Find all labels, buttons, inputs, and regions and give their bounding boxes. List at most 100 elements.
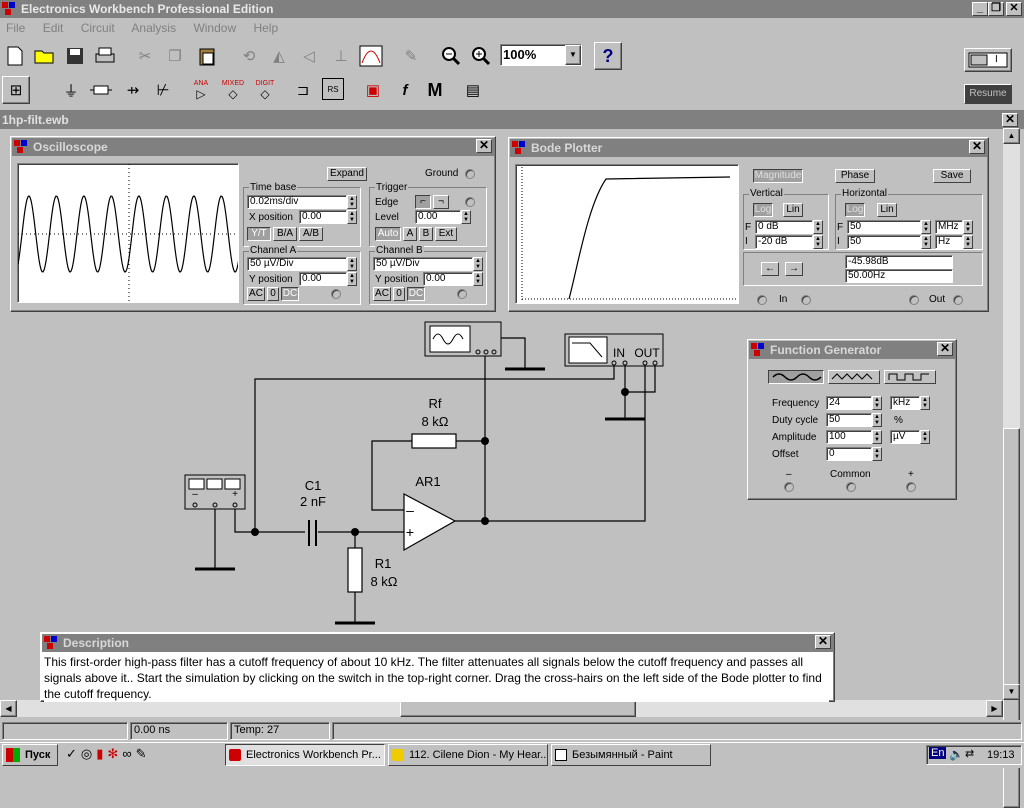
time-base-stepper[interactable]: ▲ ▼: [347, 195, 357, 209]
trigger-b-button[interactable]: B: [419, 227, 433, 241]
duty-cycle-field[interactable]: 50: [826, 413, 872, 427]
pencil-icon[interactable]: ✎: [136, 746, 147, 764]
bode-out-plus-terminal[interactable]: [953, 295, 963, 305]
sine-wave-button[interactable]: [768, 370, 824, 384]
close-oscilloscope-button[interactable]: ✕: [476, 139, 492, 153]
horizontal-scrollbar[interactable]: ◀ ▶: [0, 700, 1003, 717]
frequency-unit-field[interactable]: kHz: [890, 396, 920, 410]
ext-trigger-terminal[interactable]: [465, 197, 475, 207]
cursor-right-button[interactable]: →: [785, 262, 803, 276]
function-generator-title-bar[interactable]: Function Generator: [749, 341, 955, 359]
task-ewb[interactable]: Electronics Workbench Pr...: [225, 744, 385, 766]
close-app-button[interactable]: ✕: [1006, 2, 1022, 16]
channel-b-zero-button[interactable]: 0: [393, 287, 405, 301]
horizontal-initial-unit[interactable]: Hz: [935, 235, 963, 249]
bode-in-minus-terminal[interactable]: [757, 295, 767, 305]
channel-a-ypos-stepper[interactable]: ▲ ▼: [347, 272, 357, 286]
x-position-stepper[interactable]: ▲ ▼: [347, 210, 357, 224]
task-music[interactable]: 112. Cilene Dion - My Hear...: [388, 744, 548, 766]
square-wave-button[interactable]: [884, 370, 936, 384]
oscilloscope-title-bar[interactable]: Oscilloscope: [12, 138, 494, 156]
phase-button[interactable]: Phase: [835, 169, 875, 183]
vertical-final-field[interactable]: 0 dB: [755, 220, 813, 234]
channel-b-scale-field[interactable]: 50 µV/Div: [373, 257, 473, 271]
horizontal-initial-field[interactable]: 50: [847, 235, 921, 249]
horizontal-final-unit[interactable]: MHz: [935, 220, 963, 234]
amplitude-unit-stepper[interactable]: ▲ ▼: [920, 430, 930, 444]
channel-a-terminal[interactable]: [331, 289, 341, 299]
x-position-field[interactable]: 0.00: [299, 210, 347, 224]
triangle-wave-button[interactable]: [828, 370, 880, 384]
close-bode-button[interactable]: ✕: [969, 140, 985, 154]
vertical-initial-field[interactable]: -20 dB: [755, 235, 813, 249]
horizontal-initial-unit-stepper[interactable]: ▲ ▼: [963, 235, 973, 249]
mode-yt-button[interactable]: Y/T: [247, 227, 271, 241]
channel-b-ac-button[interactable]: AC: [373, 287, 391, 301]
task-paint[interactable]: Безымянный - Paint: [551, 744, 711, 766]
channel-a-dc-button[interactable]: DC: [281, 287, 299, 301]
plus-terminal[interactable]: [906, 482, 916, 492]
close-document-button[interactable]: ✕: [1002, 113, 1018, 127]
explorer-icon[interactable]: ◎: [81, 746, 92, 764]
close-description-button[interactable]: ✕: [815, 635, 831, 649]
save-button[interactable]: Save: [933, 169, 971, 183]
description-title-bar[interactable]: Description: [42, 634, 833, 652]
horizontal-initial-stepper[interactable]: ▲ ▼: [921, 235, 931, 249]
vertical-final-stepper[interactable]: ▲ ▼: [813, 220, 823, 234]
channel-a-ypos-field[interactable]: 0.00: [299, 272, 347, 286]
ground-terminal[interactable]: [465, 169, 475, 179]
scroll-left-button[interactable]: ◀: [0, 700, 17, 717]
oscilloscope-instrument[interactable]: [424, 321, 502, 357]
media-player-icon[interactable]: ▮: [96, 746, 103, 764]
trigger-auto-button[interactable]: Auto: [375, 227, 401, 241]
horizontal-log-button[interactable]: Log: [845, 203, 865, 217]
close-function-generator-button[interactable]: ✕: [937, 342, 953, 356]
horizontal-final-field[interactable]: 50: [847, 220, 921, 234]
scroll-down-button[interactable]: ▼: [1003, 684, 1020, 700]
volume-icon[interactable]: 🔈: [949, 747, 964, 761]
scroll-up-button[interactable]: ▲: [1003, 128, 1020, 144]
channel-b-dc-button[interactable]: DC: [407, 287, 425, 301]
amplitude-field[interactable]: 100: [826, 430, 872, 444]
trigger-ext-button[interactable]: Ext: [435, 227, 457, 241]
magnitude-button[interactable]: Magnitude: [753, 169, 803, 183]
language-indicator[interactable]: En: [929, 747, 947, 759]
vertical-initial-stepper[interactable]: ▲ ▼: [813, 235, 823, 249]
frequency-field[interactable]: 24: [826, 396, 872, 410]
time-base-field[interactable]: 0.02ms/div: [247, 195, 347, 209]
minus-terminal[interactable]: [784, 482, 794, 492]
expand-button[interactable]: Expand: [327, 167, 367, 181]
scroll-thumb-horizontal[interactable]: [400, 700, 636, 717]
trigger-a-button[interactable]: A: [403, 227, 417, 241]
link-icon[interactable]: ∞: [122, 746, 131, 764]
amplitude-unit-field[interactable]: µV: [890, 430, 920, 444]
common-terminal[interactable]: [846, 482, 856, 492]
bode-out-minus-terminal[interactable]: [909, 295, 919, 305]
frequency-stepper[interactable]: ▲ ▼: [872, 396, 882, 410]
amplitude-stepper[interactable]: ▲ ▼: [872, 430, 882, 444]
offset-field[interactable]: 0: [826, 447, 872, 461]
vertical-lin-button[interactable]: Lin: [783, 203, 803, 217]
start-button[interactable]: Пуск: [2, 744, 58, 766]
bode-title-bar[interactable]: Bode Plotter: [510, 139, 987, 157]
channel-b-scale-stepper[interactable]: ▲ ▼: [473, 257, 483, 271]
channel-a-zero-button[interactable]: 0: [267, 287, 279, 301]
channel-b-terminal[interactable]: [457, 289, 467, 299]
edge-rising-button[interactable]: ⌐: [415, 195, 431, 209]
level-field[interactable]: 0.00: [415, 210, 461, 224]
channel-a-scale-field[interactable]: 50 µV/Div: [247, 257, 347, 271]
network-icon[interactable]: ⇄: [965, 747, 974, 760]
vertical-scrollbar[interactable]: ▲ ▼: [1003, 128, 1020, 808]
mode-ab-button[interactable]: A/B: [299, 227, 323, 241]
horizontal-final-unit-stepper[interactable]: ▲ ▼: [963, 220, 973, 234]
vertical-log-button[interactable]: Log: [753, 203, 773, 217]
channel-a-ac-button[interactable]: AC: [247, 287, 265, 301]
frequency-unit-stepper[interactable]: ▲ ▼: [920, 396, 930, 410]
channel-a-scale-stepper[interactable]: ▲ ▼: [347, 257, 357, 271]
offset-stepper[interactable]: ▲ ▼: [872, 447, 882, 461]
mode-ba-button[interactable]: B/A: [273, 227, 297, 241]
duty-cycle-stepper[interactable]: ▲ ▼: [872, 413, 882, 427]
level-stepper[interactable]: ▲ ▼: [461, 210, 471, 224]
scroll-right-button[interactable]: ▶: [986, 700, 1003, 717]
channel-b-ypos-stepper[interactable]: ▲ ▼: [473, 272, 483, 286]
